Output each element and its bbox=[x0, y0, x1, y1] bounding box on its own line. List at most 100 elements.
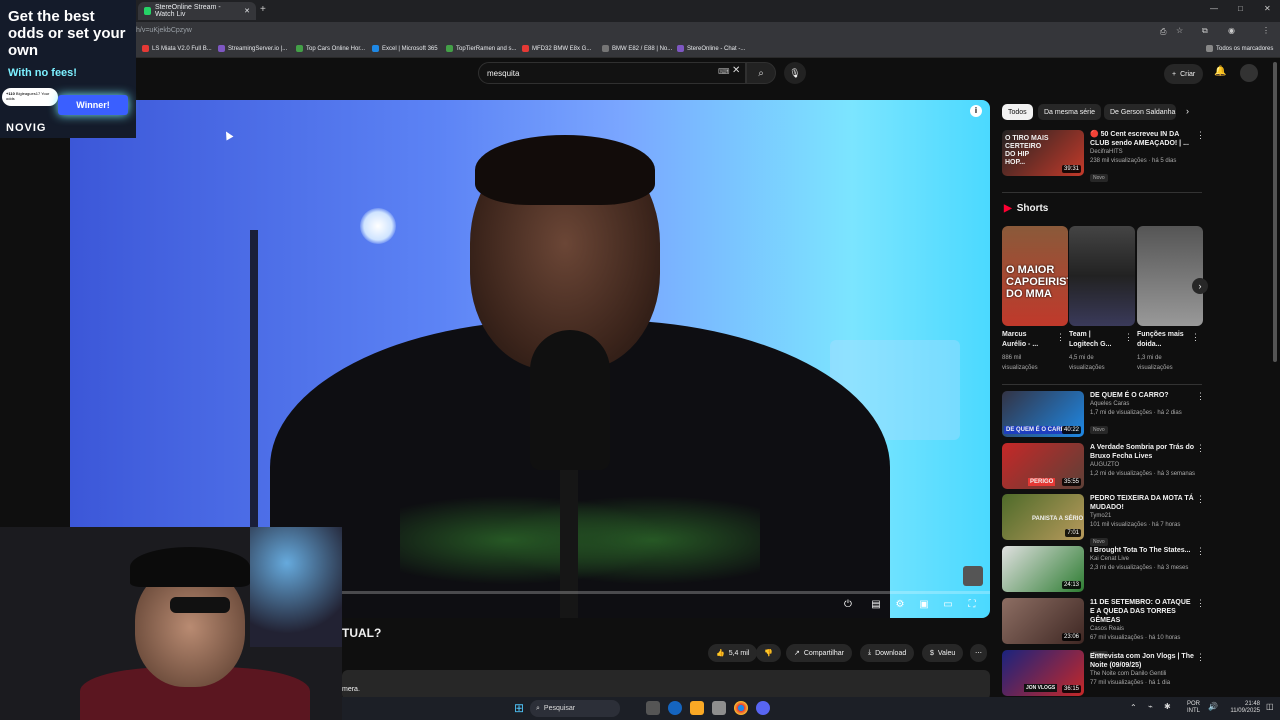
notifications-icon[interactable]: ◫ bbox=[1266, 702, 1274, 711]
recommendation-item[interactable]: PANISTA A SÉRIO 7:01 bbox=[1002, 494, 1084, 540]
maximize-button[interactable]: □ bbox=[1238, 4, 1243, 13]
more-options-icon[interactable]: ⋮ bbox=[1124, 332, 1133, 343]
discord-icon[interactable] bbox=[756, 701, 770, 715]
network-icon[interactable]: ⌁ bbox=[1148, 702, 1153, 711]
browser-tab-active[interactable]: StereOnline Stream - Watch Liv ✕ bbox=[138, 2, 256, 20]
menu-icon[interactable]: ⋮ bbox=[1262, 26, 1270, 35]
copilot-icon[interactable] bbox=[668, 701, 682, 715]
short-thumbnail[interactable]: O MAIOR CAPOEIRISTA DO MMA bbox=[1002, 226, 1068, 326]
clock[interactable]: 21:48 11/09/2025 bbox=[1222, 701, 1260, 715]
more-options-icon[interactable]: ⋮ bbox=[1196, 130, 1205, 141]
fullscreen-icon[interactable]: ⛶ bbox=[964, 599, 980, 610]
clear-search-icon[interactable]: ✕ bbox=[732, 65, 740, 76]
more-options-icon[interactable]: ⋮ bbox=[1196, 443, 1205, 454]
shorts-next-button[interactable]: › bbox=[1192, 278, 1208, 294]
ad-winner-button[interactable]: Winner! bbox=[58, 95, 128, 115]
language-indicator[interactable]: POR INTL bbox=[1176, 701, 1200, 715]
dislike-button[interactable]: 👎 bbox=[756, 644, 781, 662]
chrome-icon[interactable] bbox=[734, 701, 748, 715]
more-options-icon[interactable]: ⋮ bbox=[1191, 332, 1200, 343]
close-window-button[interactable]: ✕ bbox=[1264, 4, 1271, 13]
chip-same-series[interactable]: Da mesma série bbox=[1038, 104, 1101, 120]
like-button[interactable]: 👍 5,4 mil bbox=[708, 644, 758, 662]
chip-todos[interactable]: Todos bbox=[1002, 104, 1033, 120]
tab-close-icon[interactable]: ✕ bbox=[244, 7, 250, 15]
bookmark-item[interactable]: BMW E82 / E88 | No... bbox=[602, 45, 672, 52]
recommendation-info[interactable]: DE QUEM É O CARRO? Aqueles Caras 1,7 mi … bbox=[1090, 391, 1194, 436]
info-icon[interactable]: i bbox=[970, 105, 982, 117]
recommendation-info[interactable]: PEDRO TEIXEIRA DA MOTA TÁ MUDADO! Tymo21… bbox=[1090, 494, 1194, 548]
all-bookmarks[interactable]: Todos os marcadores bbox=[1206, 45, 1273, 52]
search-input[interactable]: mesquita bbox=[478, 62, 746, 84]
recommendation-item[interactable]: 24:13 bbox=[1002, 546, 1084, 592]
recommendation-item[interactable]: JON VLOGS 36:15 bbox=[1002, 650, 1084, 696]
speaker-icon[interactable]: 🔊 bbox=[1208, 702, 1218, 711]
page-scrollbar[interactable] bbox=[1273, 62, 1277, 362]
more-options-icon[interactable]: ⋮ bbox=[1196, 494, 1205, 505]
video-thumbnail[interactable]: PERIGO 35:55 bbox=[1002, 443, 1084, 489]
recommendation-info[interactable]: Entrevista com Jon Vlogs | The Noite (09… bbox=[1090, 652, 1194, 688]
more-actions-button[interactable]: ⋯ bbox=[970, 644, 987, 662]
video-thumbnail[interactable]: DE QUEM É O CARRO 40:22 bbox=[1002, 391, 1084, 437]
short-title[interactable]: Funções mais doida... bbox=[1137, 330, 1187, 350]
keyboard-icon[interactable]: ⌨ bbox=[718, 67, 730, 76]
short-title[interactable]: Team | Logitech G... bbox=[1069, 330, 1119, 350]
more-options-icon[interactable]: ⋮ bbox=[1196, 546, 1205, 557]
star-icon[interactable]: ☆ bbox=[1176, 26, 1183, 35]
store-icon[interactable] bbox=[712, 701, 726, 715]
bookmark-item[interactable]: Top Cars Online Hor... bbox=[296, 45, 365, 52]
url-field[interactable]: h/v=uKjekbCpzyw bbox=[136, 27, 192, 34]
avatar[interactable] bbox=[1240, 64, 1258, 82]
miniplayer-icon[interactable]: ▣ bbox=[916, 599, 932, 610]
profile-icon[interactable]: ◉ bbox=[1228, 26, 1235, 35]
extensions-icon[interactable]: ⧉ bbox=[1202, 26, 1208, 36]
settings-icon[interactable]: ⚙ bbox=[892, 599, 908, 610]
short-thumbnail[interactable] bbox=[1069, 226, 1135, 326]
short-thumbnail[interactable] bbox=[1137, 226, 1203, 326]
subtitles-icon[interactable]: ▤ bbox=[868, 599, 884, 610]
chevron-right-icon[interactable]: › bbox=[1186, 106, 1189, 116]
more-options-icon[interactable]: ⋮ bbox=[1196, 391, 1205, 402]
download-button[interactable]: ⤓ Download bbox=[860, 644, 915, 662]
voice-search-button[interactable]: 🎙 bbox=[784, 62, 806, 84]
bookmark-item[interactable]: TopTierRamen and s... bbox=[446, 45, 516, 52]
recommendation-item[interactable]: O TIRO MAIS CERTEIRO DO HIP HOP... 39:31 bbox=[1002, 130, 1084, 176]
video-thumbnail[interactable]: 23:06 bbox=[1002, 598, 1084, 644]
bookmark-item[interactable]: MFD32 BMW E8x G... bbox=[522, 45, 591, 52]
task-view-icon[interactable] bbox=[646, 701, 660, 715]
bookmark-item[interactable]: StereOnline - Chat -... bbox=[677, 45, 745, 52]
theater-icon[interactable]: ▭ bbox=[940, 599, 956, 610]
bluetooth-icon[interactable]: ✱ bbox=[1164, 702, 1171, 711]
more-options-icon[interactable]: ⋮ bbox=[1196, 598, 1205, 609]
chevron-up-icon[interactable]: ⌃ bbox=[1130, 703, 1137, 712]
ad-overlay[interactable]: Get the best odds or set your own With n… bbox=[0, 0, 136, 138]
thanks-button[interactable]: $ Valeu bbox=[922, 644, 964, 662]
more-options-icon[interactable]: ⋮ bbox=[1056, 332, 1065, 343]
channel-watermark[interactable] bbox=[963, 566, 983, 586]
windows-start-icon[interactable]: ⊞ bbox=[512, 701, 526, 715]
description-box[interactable]: mera. bbox=[342, 670, 990, 700]
recommendation-info[interactable]: 🔴 50 Cent escreveu IN DA CLUB sendo AMEA… bbox=[1090, 130, 1194, 184]
minimize-button[interactable]: — bbox=[1210, 4, 1218, 13]
autoplay-toggle-icon[interactable]: ⏻ bbox=[840, 599, 856, 610]
bell-icon[interactable]: 🔔 bbox=[1214, 66, 1226, 77]
install-icon[interactable]: ⎙ bbox=[1160, 27, 1166, 37]
new-tab-button[interactable]: + bbox=[260, 4, 266, 15]
taskbar-search[interactable]: ⌕ Pesquisar bbox=[530, 700, 620, 717]
recommendation-info[interactable]: A Verdade Sombria por Trás do Bruxo Fech… bbox=[1090, 443, 1195, 479]
chip-gerson[interactable]: De Gerson Saldanha bbox=[1104, 104, 1176, 120]
video-thumbnail[interactable]: 24:13 bbox=[1002, 546, 1084, 592]
file-explorer-icon[interactable] bbox=[690, 701, 704, 715]
video-thumbnail[interactable]: PANISTA A SÉRIO 7:01 bbox=[1002, 494, 1084, 540]
create-button[interactable]: + Criar bbox=[1164, 64, 1204, 84]
short-title[interactable]: Marcus Aurélio - ... bbox=[1002, 330, 1052, 350]
bookmark-item[interactable]: StreamingServer.io |... bbox=[218, 45, 287, 52]
video-thumbnail[interactable]: O TIRO MAIS CERTEIRO DO HIP HOP... 39:31 bbox=[1002, 130, 1084, 176]
recommendation-item[interactable]: PERIGO 35:55 bbox=[1002, 443, 1084, 489]
bookmark-item[interactable]: Excel | Microsoft 365 bbox=[372, 45, 438, 52]
search-button[interactable]: ⌕ bbox=[746, 62, 776, 84]
recommendation-item[interactable]: DE QUEM É O CARRO 40:22 bbox=[1002, 391, 1084, 437]
bookmark-item[interactable]: LS Miata V2.0 Full B... bbox=[142, 45, 212, 52]
video-thumbnail[interactable]: JON VLOGS 36:15 bbox=[1002, 650, 1084, 696]
recommendation-info[interactable]: I Brought Tota To The States... Kai Cena… bbox=[1090, 546, 1194, 573]
